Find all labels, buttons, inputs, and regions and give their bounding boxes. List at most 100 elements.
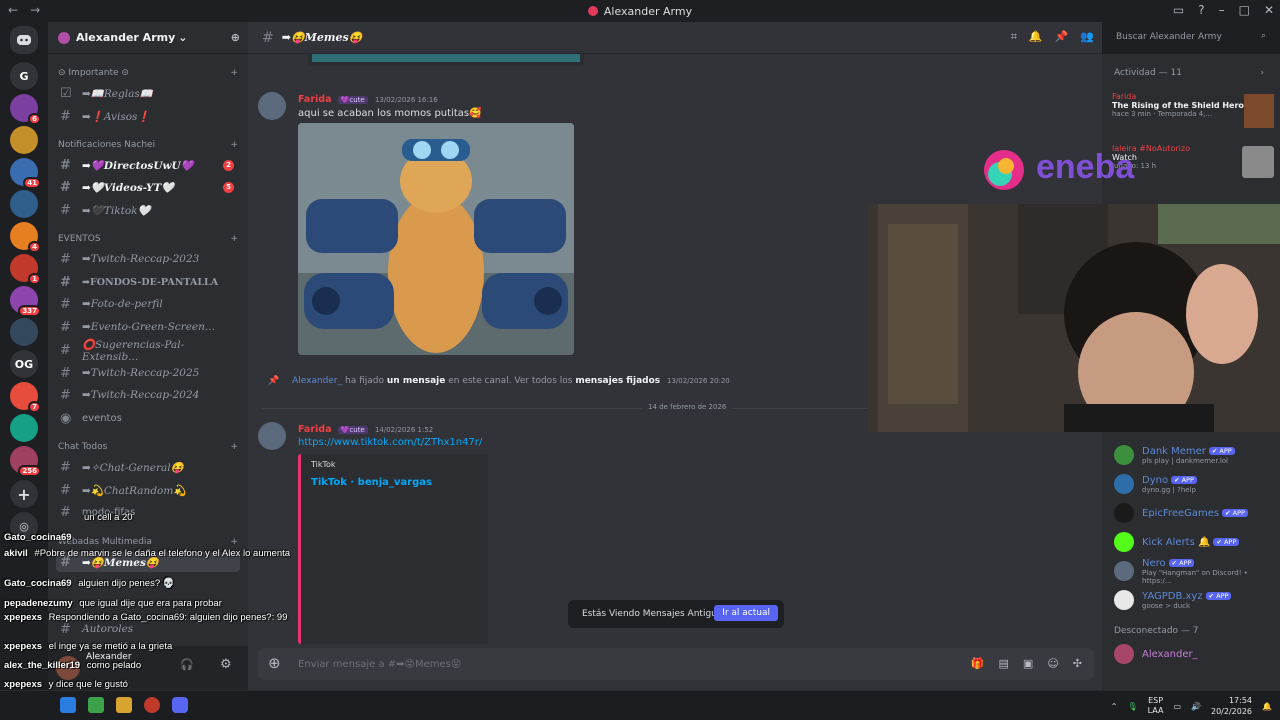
add-server-icon[interactable]: + [10, 480, 38, 508]
pin-user[interactable]: Alexander_ [292, 376, 342, 386]
user-avatar[interactable] [258, 422, 286, 450]
threads-icon[interactable]: ⌗ [1011, 30, 1017, 44]
channel-videos[interactable]: # ➡🤍Videos-YT🤍 5 [56, 177, 240, 197]
clock[interactable]: 17:54 20/2/2026 [1211, 695, 1252, 717]
volume-icon[interactable]: 🔊 [1191, 702, 1201, 711]
channel-chat-random[interactable]: # ➡💫ChatRandom💫 [56, 480, 240, 500]
server-icon[interactable] [10, 190, 38, 218]
member-item[interactable]: EpicFreeGames ✔ APP [1114, 500, 1276, 526]
channel-fondos[interactable]: # ➡FONDOS-DE-PANTALLA [56, 272, 240, 292]
server-icon[interactable]: OG [10, 350, 38, 378]
channel-green-screen[interactable]: # ➡Evento-Green-Screen... [56, 317, 240, 337]
sticker-icon[interactable]: ▣ [1023, 657, 1033, 670]
apps-icon[interactable]: ✣ [1073, 657, 1082, 670]
forward-arrow-icon[interactable]: → [30, 3, 40, 17]
chat-username: xpepexs [4, 641, 43, 652]
emoji-icon[interactable]: ☺ [1047, 657, 1058, 670]
message-link[interactable]: https://www.tiktok.com/t/ZThx1n47r/ [298, 437, 482, 448]
member-info: Nero ✔ APP Play "Hangman" on Discord! • ht… [1142, 558, 1276, 585]
add-channel-icon[interactable]: + [230, 68, 238, 78]
server-icon[interactable]: 7 [10, 382, 41, 413]
pinned-messages-link[interactable]: mensajes fijados [575, 376, 660, 386]
message-composer[interactable]: ⊕ Enviar mensaje a #➡😝Memes😝 🎁 ▤ ▣ ☺ ✣ [258, 648, 1094, 680]
server-header[interactable]: Alexander Army ⌄ ⊕ [48, 22, 248, 54]
channel-twitch-2024[interactable]: # ➡Twitch-Reccap-2024 [56, 385, 240, 405]
user-avatar[interactable] [258, 92, 286, 120]
chat-message: que igual dije que era para probar [79, 598, 222, 609]
monitor-icon[interactable]: ▭ [1173, 702, 1181, 711]
inbox-icon[interactable]: ▭ [1173, 3, 1184, 17]
server-icon[interactable]: 1 [10, 254, 41, 285]
language-indicator[interactable]: ESP LAA [1148, 696, 1164, 716]
add-member-icon[interactable]: ⊕ [231, 31, 240, 44]
channel-reglas[interactable]: ☑ ➡📖Reglas📖 [56, 83, 240, 103]
category-eventos[interactable]: EVENTOS + [58, 234, 238, 244]
category-notificaciones[interactable]: Notificaciones Nachei + [58, 140, 238, 150]
channel-directos[interactable]: # ➡💜DirectosUwU💜 2 [56, 155, 240, 175]
category-chat[interactable]: Chat Todos + [58, 442, 238, 452]
server-icon[interactable]: 6 [10, 94, 41, 125]
channel-foto-perfil[interactable]: # ➡Foto-de-perfil [56, 294, 240, 314]
jump-to-present-button[interactable]: Ir al actual [714, 605, 778, 621]
help-icon[interactable]: ? [1198, 3, 1204, 17]
pin-icon[interactable]: 📌 [1055, 30, 1069, 44]
message-author[interactable]: Farida [298, 94, 332, 105]
server-icon[interactable]: G [10, 62, 38, 90]
add-channel-icon[interactable]: + [230, 234, 238, 244]
channel-eventos-stage[interactable]: ◉ eventos [56, 408, 240, 428]
category-importante[interactable]: ⊝ Importante ⊝ + [58, 68, 238, 78]
server-icon[interactable]: 256 [10, 446, 41, 477]
discord-home-icon[interactable] [10, 26, 38, 54]
pin-text-b[interactable]: un mensaje [387, 376, 445, 386]
channel-chat-general[interactable]: # ➡✧Chat-General😝 [56, 457, 240, 477]
app-icon[interactable] [88, 697, 104, 713]
bell-icon[interactable]: 🔔 [1029, 30, 1043, 44]
app-icon[interactable] [144, 697, 160, 713]
channel-avisos[interactable]: # ➡❗Avisos❗ [56, 106, 240, 126]
channel-sugerencias[interactable]: # ⭕Sugerencias-Pal-Extensib... [56, 339, 240, 363]
member-item[interactable]: Dank Memer ✔ APP pls play | dankmemer.lol [1114, 442, 1276, 468]
app-icon[interactable] [116, 697, 132, 713]
channel-twitch-2023[interactable]: # ➡Twitch-Reccap-2023 [56, 249, 240, 269]
cat-meme-image[interactable] [298, 123, 574, 355]
add-channel-icon[interactable]: + [230, 140, 238, 150]
close-icon[interactable]: ✕ [1264, 3, 1274, 17]
search-input[interactable]: Buscar Alexander Army ⌕ [1110, 28, 1272, 48]
member-avatar [1114, 445, 1134, 465]
app-icon[interactable] [60, 697, 76, 713]
member-name-text: Nero [1142, 557, 1166, 569]
back-arrow-icon[interactable]: ← [8, 3, 18, 17]
embed-title[interactable]: TikTok · benja_vargas [311, 477, 478, 488]
maximize-icon[interactable]: □ [1239, 3, 1250, 17]
server-icon[interactable] [10, 126, 38, 154]
activity-card[interactable]: Farida The Rising of the Shield Hero hac… [1112, 92, 1274, 132]
window-title: Alexander Army [587, 5, 692, 18]
server-icon[interactable]: 4 [10, 222, 41, 253]
message-item[interactable]: Farida 💜cute 13/02/2026 16:16 aqui se ac… [258, 92, 858, 402]
member-item[interactable]: Kick Alerts 🔔 ✔ APP [1114, 529, 1276, 555]
server-icon[interactable]: 41 [10, 158, 41, 189]
member-item[interactable]: Dyno ✔ APP dyno.gg | ?help [1114, 471, 1276, 497]
gift-icon[interactable]: 🎁 [971, 657, 985, 670]
gif-icon[interactable]: ▤ [999, 657, 1009, 670]
server-icon[interactable] [10, 414, 38, 442]
app-icon[interactable] [172, 697, 188, 713]
member-item[interactable]: Nero ✔ APP Play "Hangman" on Discord! • ht… [1114, 558, 1276, 585]
app-badge: ✔ APP [1205, 591, 1232, 600]
channel-tiktok[interactable]: # ➡🖤Tiktok🤍 [56, 200, 240, 220]
member-name-text: EpicFreeGames [1142, 507, 1220, 519]
server-icon[interactable]: 337 [10, 286, 41, 317]
notification-icon[interactable]: 🔔 [1262, 702, 1272, 711]
member-item[interactable]: Alexander_ [1114, 641, 1276, 667]
chevron-up-icon[interactable]: ⌃ [1111, 702, 1118, 711]
message-timestamp: 14/02/2026 1:52 [374, 426, 434, 434]
add-channel-icon[interactable]: + [230, 442, 238, 452]
mic-icon[interactable]: 🎙 [1128, 702, 1138, 711]
members-icon[interactable]: 👥 [1080, 30, 1094, 44]
member-item[interactable]: YAGPDB.xyz ✔ APP goose > duck [1114, 587, 1276, 613]
minimize-icon[interactable]: – [1219, 3, 1225, 17]
channel-twitch-2025[interactable]: # ➡Twitch-Reccap-2025 [56, 363, 240, 383]
server-icon[interactable] [10, 318, 38, 346]
message-author[interactable]: Farida [298, 424, 332, 435]
chevron-right-icon[interactable]: › [1260, 68, 1264, 78]
